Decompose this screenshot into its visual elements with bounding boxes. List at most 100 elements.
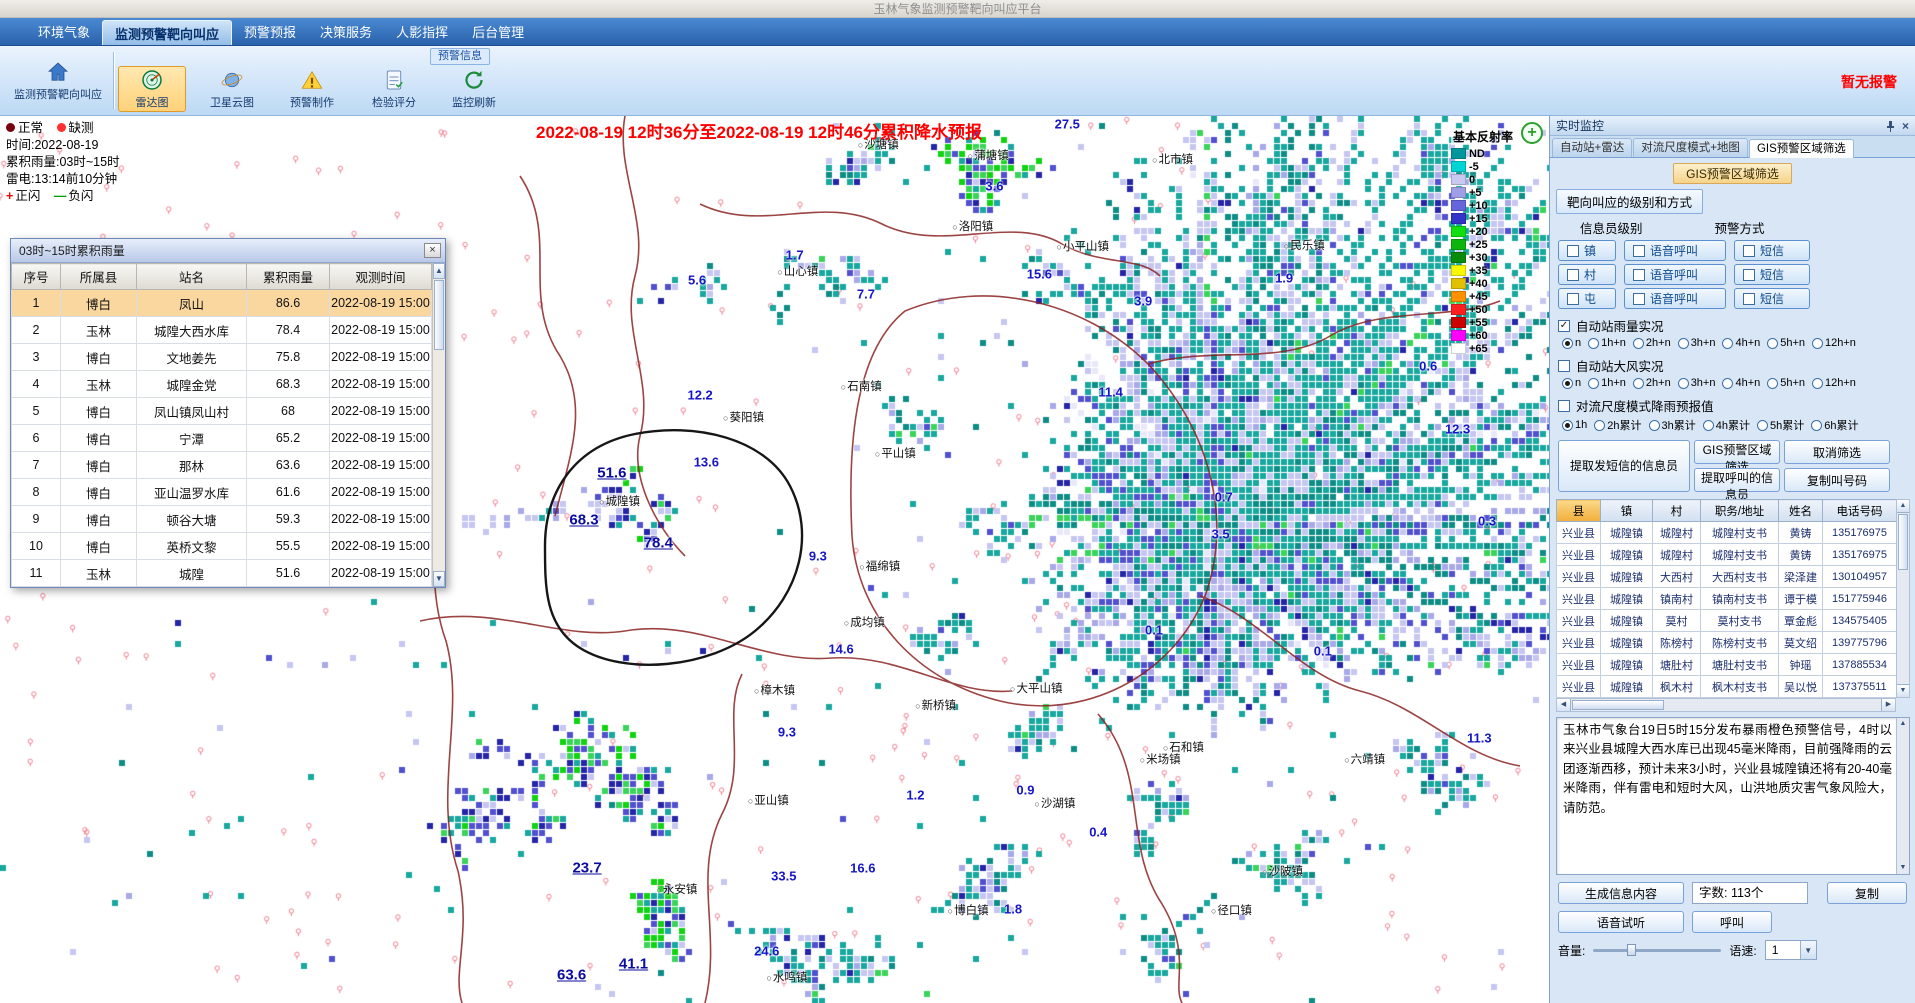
auto-wind-option-6[interactable]: 12h+n	[1812, 377, 1856, 389]
auto-wind-option-4[interactable]: 4h+n	[1722, 377, 1760, 389]
checkbox[interactable]	[1567, 293, 1579, 305]
message-scrollbar[interactable]: ▲▼	[1896, 718, 1909, 874]
extract-sms-contacts-button[interactable]: 提取发短信的信息员	[1558, 440, 1690, 492]
rain-column-header[interactable]: 累积雨量	[247, 264, 330, 290]
gis-filter-button[interactable]: GIS预警区域筛选	[1694, 440, 1780, 464]
auto-rain-option-0[interactable]: n	[1562, 337, 1581, 349]
auto-wind-option-0[interactable]: n	[1562, 377, 1581, 389]
model-rain-checkbox[interactable]	[1558, 400, 1570, 412]
level-0-name-option[interactable]: 镇	[1558, 240, 1616, 261]
contacts-column-header[interactable]: 职务/地址	[1701, 500, 1779, 522]
level-2-voice-option[interactable]: 语音呼叫	[1624, 288, 1726, 309]
call-level-section-title[interactable]: 靶向叫应的级别和方式	[1556, 189, 1703, 214]
rain-column-header[interactable]: 站名	[137, 264, 247, 290]
cancel-filter-button[interactable]: 取消筛选	[1784, 440, 1890, 464]
auto-wind-option-2[interactable]: 2h+n	[1633, 377, 1671, 389]
rain-window-titlebar[interactable]: 03时~15时累积雨量 ×	[11, 239, 445, 263]
contact-row[interactable]: 兴业县城隍镇塘肚村塘肚村支书钟瑶137885534	[1557, 654, 1897, 676]
scroll-up-icon[interactable]: ▲	[1897, 500, 1909, 513]
table-row[interactable]: 8博白亚山温罗水库61.62022-08-19 15:00	[12, 479, 432, 506]
level-0-sms-option[interactable]: 短信	[1734, 240, 1810, 261]
scroll-right-icon[interactable]: ▶	[1881, 699, 1895, 711]
contact-row[interactable]: 兴业县城隍镇大西村大西村支书梁泽建130104957	[1557, 566, 1897, 588]
panel-tab-0[interactable]: 自动站+雷达	[1552, 138, 1632, 157]
table-row[interactable]: 7博白那林63.62022-08-19 15:00	[12, 452, 432, 479]
subtab-gis-filter[interactable]: GIS预警区域筛选	[1673, 163, 1792, 184]
menu-item-3[interactable]: 决策服务	[308, 18, 384, 45]
contacts-column-header[interactable]: 姓名	[1779, 500, 1823, 522]
contacts-horizontal-scrollbar[interactable]: ◀ ▶	[1556, 698, 1896, 712]
auto-wind-checkbox[interactable]	[1558, 360, 1570, 372]
scroll-thumb[interactable]	[434, 280, 444, 350]
contacts-vertical-scrollbar[interactable]: ▲ ▼	[1896, 499, 1910, 698]
checkbox[interactable]	[1743, 269, 1755, 281]
table-row[interactable]: 2玉林城隍大西水库78.42022-08-19 15:00	[12, 317, 432, 344]
volume-slider-thumb[interactable]	[1627, 944, 1636, 956]
copy-call-numbers-button[interactable]: 复制叫号码	[1784, 468, 1890, 492]
contacts-column-header[interactable]: 镇	[1601, 500, 1653, 522]
rain-column-header[interactable]: 序号	[12, 264, 61, 290]
checkbox[interactable]	[1743, 293, 1755, 305]
model-rain-option-5[interactable]: 6h累计	[1811, 417, 1858, 433]
close-icon[interactable]: ×	[424, 243, 441, 258]
level-1-sms-option[interactable]: 短信	[1734, 264, 1810, 285]
scroll-left-icon[interactable]: ◀	[1557, 699, 1571, 711]
table-row[interactable]: 1博白凤山86.62022-08-19 15:00	[12, 290, 432, 317]
auto-wind-option-1[interactable]: 1h+n	[1588, 377, 1626, 389]
checkbox[interactable]	[1633, 269, 1645, 281]
scroll-down-icon[interactable]: ▼	[1897, 862, 1909, 874]
close-icon[interactable]: ×	[1902, 119, 1909, 133]
model-rain-option-0[interactable]: 1h	[1562, 419, 1587, 431]
contact-row[interactable]: 兴业县城隍镇枫木村枫木村支书吴以悦137375511	[1557, 676, 1897, 698]
auto-rain-option-1[interactable]: 1h+n	[1588, 337, 1626, 349]
toolbar-button-2[interactable]: 卫星云图	[198, 66, 266, 112]
level-0-voice-option[interactable]: 语音呼叫	[1624, 240, 1726, 261]
checkbox[interactable]	[1633, 293, 1645, 305]
contact-row[interactable]: 兴业县城隍镇镇南村镇南村支书谭于模151775946	[1557, 588, 1897, 610]
generate-message-button[interactable]: 生成信息内容	[1558, 882, 1684, 904]
menu-item-5[interactable]: 后台管理	[460, 18, 536, 45]
toolbar-button-3[interactable]: 预警制作	[278, 66, 346, 112]
scroll-thumb[interactable]	[1898, 514, 1908, 570]
contacts-column-header[interactable]: 电话号码	[1823, 500, 1897, 522]
auto-rain-option-3[interactable]: 3h+n	[1678, 337, 1716, 349]
scroll-thumb[interactable]	[1572, 700, 1664, 710]
table-row[interactable]: 6博白宁潭65.22022-08-19 15:00	[12, 425, 432, 452]
table-row[interactable]: 4玉林城隍金党68.32022-08-19 15:00	[12, 371, 432, 398]
panel-tab-2[interactable]: GIS预警区域筛选	[1749, 139, 1854, 158]
auto-rain-option-5[interactable]: 5h+n	[1767, 337, 1805, 349]
menu-item-2[interactable]: 预警预报	[232, 18, 308, 45]
rain-column-header[interactable]: 观测时间	[330, 264, 432, 290]
voice-preview-button[interactable]: 语音试听	[1558, 911, 1684, 933]
warning-message-box[interactable]: 玉林市气象台19日5时15分发布暴雨橙色预警信号，4时以来兴业县城隍大西水库已出…	[1556, 717, 1910, 875]
menu-item-4[interactable]: 人影指挥	[384, 18, 460, 45]
speed-select[interactable]: 1 ▼	[1765, 940, 1817, 960]
checkbox[interactable]	[1567, 245, 1579, 257]
table-row[interactable]: 11玉林城隍51.62022-08-19 15:00	[12, 560, 432, 587]
auto-wind-option-3[interactable]: 3h+n	[1678, 377, 1716, 389]
contact-row[interactable]: 兴业县城隍镇莫村莫村支书覃金彪134575405	[1557, 610, 1897, 632]
contact-row[interactable]: 兴业县城隍镇陈榜村陈榜村支书莫文绍139775796	[1557, 632, 1897, 654]
toolbar-button-4[interactable]: 检验评分	[360, 66, 428, 112]
volume-slider[interactable]	[1593, 942, 1721, 958]
chevron-down-icon[interactable]: ▼	[1800, 941, 1816, 959]
call-button[interactable]: 呼叫	[1692, 911, 1772, 933]
toolbar-button-1[interactable]: 雷达图	[118, 66, 186, 112]
level-1-name-option[interactable]: 村	[1558, 264, 1616, 285]
contact-row[interactable]: 兴业县城隍镇城隍村城隍村支书黄铸135176975	[1557, 522, 1897, 544]
scroll-up-icon[interactable]: ▲	[433, 263, 445, 279]
table-row[interactable]: 10博白英桥文黎55.52022-08-19 15:00	[12, 533, 432, 560]
checkbox[interactable]	[1567, 269, 1579, 281]
copy-button[interactable]: 复制	[1827, 882, 1907, 904]
model-rain-option-4[interactable]: 5h累计	[1757, 417, 1804, 433]
auto-rain-option-4[interactable]: 4h+n	[1722, 337, 1760, 349]
toolbar-button-0[interactable]: 监测预警靶向叫应	[8, 50, 108, 112]
auto-wind-option-5[interactable]: 5h+n	[1767, 377, 1805, 389]
checkbox[interactable]	[1743, 245, 1755, 257]
table-row[interactable]: 3博白文地姜先75.82022-08-19 15:00	[12, 344, 432, 371]
scroll-down-icon[interactable]: ▼	[433, 571, 445, 587]
scroll-up-icon[interactable]: ▲	[1897, 718, 1909, 730]
panel-tab-1[interactable]: 对流尺度模式+地图	[1633, 138, 1748, 157]
toolbar-button-5[interactable]: 监控刷新	[440, 66, 508, 112]
auto-rain-option-6[interactable]: 12h+n	[1812, 337, 1856, 349]
